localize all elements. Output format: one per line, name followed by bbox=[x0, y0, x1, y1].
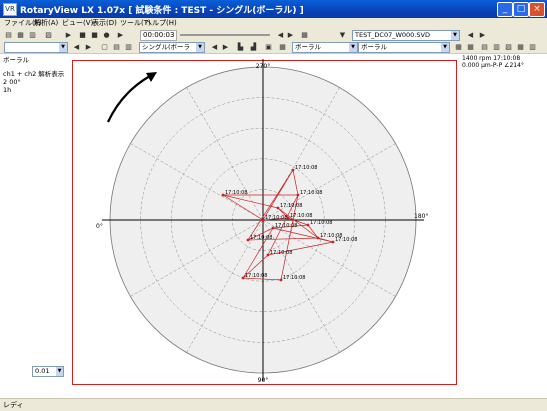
stop-icon[interactable]: ■ bbox=[90, 31, 99, 39]
slider-right-icon[interactable]: ▶ bbox=[286, 31, 295, 39]
tool-b-icon[interactable]: ▦ bbox=[466, 43, 475, 51]
file-select[interactable]: TEST_DC07_W000.SVD ▼ bbox=[352, 30, 460, 41]
play-icon[interactable]: ▶ bbox=[64, 31, 73, 39]
tool-d-icon[interactable]: ▥ bbox=[492, 43, 501, 51]
grid-icon[interactable]: ▦ bbox=[278, 43, 287, 51]
save-icon[interactable]: ▦ bbox=[16, 31, 25, 39]
export-icon[interactable]: ▨ bbox=[44, 31, 53, 39]
prev-file-icon[interactable]: ◀ bbox=[466, 31, 475, 39]
menu-view[interactable]: ビュー(V) bbox=[62, 18, 93, 29]
chart-icon[interactable]: ▟ bbox=[249, 43, 258, 51]
status-bar: レディ bbox=[0, 398, 547, 411]
slider-left-icon[interactable]: ◀ bbox=[276, 31, 285, 39]
measurement-info: 1400 rpm 17:10:08 0.000 µm-P-P ∠214° bbox=[462, 55, 524, 69]
mode-label: ボーラル bbox=[3, 56, 29, 64]
zoom-select[interactable]: 0.01 ▼ bbox=[32, 366, 64, 377]
channel-select[interactable]: ボーラル ▼ bbox=[358, 42, 450, 53]
info-line3: 1h bbox=[3, 86, 12, 94]
filter-icon[interactable]: ▼ bbox=[338, 31, 347, 39]
pause-icon[interactable]: ■ bbox=[78, 31, 87, 39]
tool-f-icon[interactable]: ▦ bbox=[516, 43, 525, 51]
polar-plot-frame[interactable] bbox=[72, 60, 457, 385]
next-file-icon[interactable]: ▶ bbox=[478, 31, 487, 39]
title-bar: VR RotaryView LX 1.07x [ 試験条件 : TEST - シ… bbox=[0, 0, 547, 18]
tool-c-icon[interactable]: ▤ bbox=[480, 43, 489, 51]
menu-analysis[interactable]: 解析(A) bbox=[34, 18, 58, 29]
window-icon[interactable]: ▣ bbox=[264, 43, 273, 51]
zoom-tool-icon[interactable]: ▦ bbox=[300, 31, 309, 39]
window-title: RotaryView LX 1.07x [ 試験条件 : TEST - シングル… bbox=[20, 6, 304, 16]
nav-left-icon[interactable]: ◀ bbox=[210, 43, 219, 51]
nav-right-icon[interactable]: ▶ bbox=[221, 43, 230, 51]
info-amplitude: 0.000 µm-P-P ∠214° bbox=[462, 62, 524, 69]
record-icon[interactable]: ● bbox=[102, 31, 111, 39]
menu-bar: ファイル(F) 解析(A) ビュー(V) 表示(D) ツール(T) ヘルプ(H) bbox=[0, 18, 547, 29]
time-display: 00:00:03 bbox=[140, 30, 178, 41]
maximize-button[interactable]: □ bbox=[513, 2, 529, 17]
paste-icon[interactable]: ▤ bbox=[112, 43, 121, 51]
info-line2: 2 00° bbox=[3, 78, 21, 86]
empty-select[interactable]: ▼ bbox=[4, 42, 68, 53]
menu-display[interactable]: 表示(D) bbox=[92, 18, 117, 29]
close-button[interactable]: × bbox=[529, 2, 545, 17]
step-icon[interactable]: ▶ bbox=[116, 31, 125, 39]
tool-g-icon[interactable]: ▥ bbox=[528, 43, 537, 51]
bar-chart-icon[interactable]: ▙ bbox=[236, 43, 245, 51]
info-rpm: 1400 rpm 17:10:08 bbox=[462, 55, 521, 62]
time-slider[interactable] bbox=[180, 34, 270, 36]
menu-help[interactable]: ヘルプ(H) bbox=[145, 18, 177, 29]
view-toolbar: ▼ ◀ ▶ ▢ ▤ ▥ シングル(ボーラ ▼ ◀ ▶ ▙ ▟ ▣ ▦ ボーラル ▼ … bbox=[0, 41, 547, 54]
view-select[interactable]: ボーラル ▼ bbox=[292, 42, 358, 53]
app-icon: VR bbox=[3, 3, 17, 16]
prev-icon[interactable]: ◀ bbox=[72, 43, 81, 51]
tool-e-icon[interactable]: ▨ bbox=[504, 43, 513, 51]
next-icon[interactable]: ▶ bbox=[84, 43, 93, 51]
print-icon[interactable]: ▥ bbox=[28, 31, 37, 39]
status-text: レディ bbox=[3, 401, 24, 409]
open-icon[interactable]: ▤ bbox=[4, 31, 13, 39]
copy-icon[interactable]: ▢ bbox=[100, 43, 109, 51]
info-line1: ch1 + ch2 解析表示 bbox=[3, 70, 65, 78]
minimize-button[interactable]: _ bbox=[497, 2, 513, 17]
clipboard-icon[interactable]: ▥ bbox=[124, 43, 133, 51]
tool-a-icon[interactable]: ▦ bbox=[454, 43, 463, 51]
mode-select[interactable]: シングル(ボーラ ▼ bbox=[139, 42, 205, 53]
